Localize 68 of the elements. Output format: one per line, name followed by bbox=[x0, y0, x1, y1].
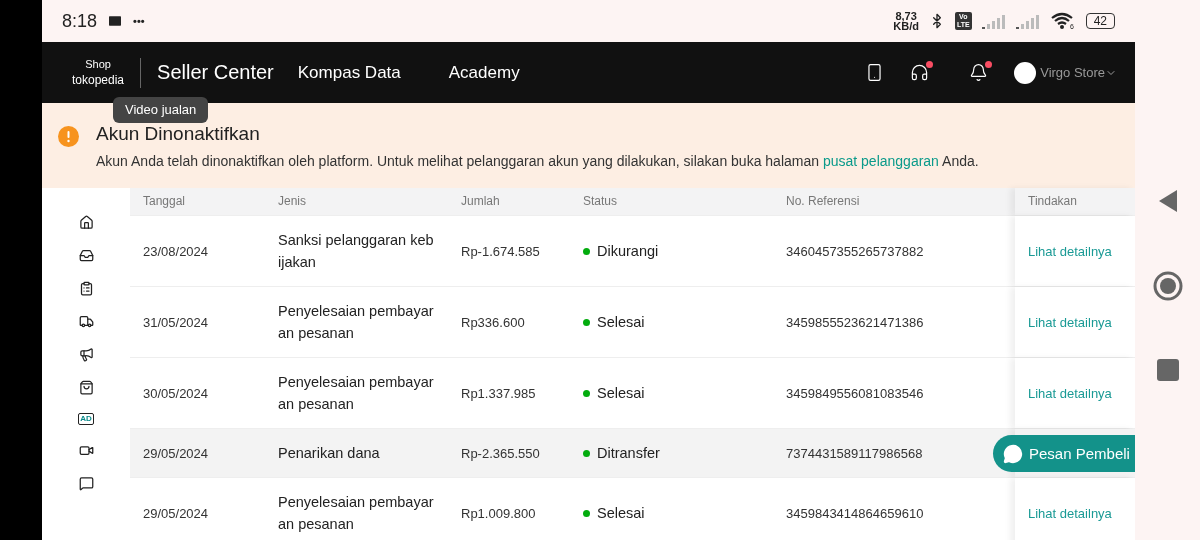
date-cell: 29/05/2024 bbox=[143, 445, 209, 461]
network-speed: 8,73 KB/d bbox=[893, 11, 919, 31]
detail-link[interactable]: Lihat detailnya bbox=[1028, 314, 1112, 330]
seller-center-title: Seller Center bbox=[157, 61, 274, 84]
detail-link[interactable]: Lihat detailnya bbox=[1028, 385, 1112, 401]
signal-icon bbox=[981, 13, 1006, 29]
amount-cell: Rp-2.365.550 bbox=[461, 445, 540, 461]
nav-link[interactable]: Academy bbox=[448, 62, 520, 83]
amount-cell: Rp1.009.800 bbox=[461, 505, 536, 521]
column-header: Jumlah bbox=[460, 193, 501, 210]
signal-icon bbox=[1015, 13, 1040, 29]
type-cell-text: Penyelesaian pembayar an pesanan bbox=[278, 302, 434, 343]
megaphone-icon[interactable] bbox=[78, 347, 94, 362]
status-text: Selesai bbox=[597, 314, 645, 330]
type-cell-text: Penyelesaian pembayar an pesanan bbox=[278, 373, 434, 414]
truck-icon[interactable] bbox=[78, 314, 94, 329]
status-text: Selesai bbox=[597, 505, 645, 521]
column-header: Jenis bbox=[277, 193, 307, 210]
nav-link[interactable]: Kompas Data bbox=[297, 62, 401, 83]
shopping-bag-icon[interactable] bbox=[78, 380, 94, 395]
status-text: Selesai bbox=[597, 385, 645, 401]
violation-center-link[interactable]: pusat pelanggaran bbox=[822, 153, 939, 169]
mail-icon bbox=[107, 13, 124, 29]
banner-message: Akun Anda telah dinonaktifkan oleh platform. Untuk melihat pelanggaran akun yang dilakukan, silakan buka halaman pusat pelanggaran Anda. bbox=[96, 153, 979, 169]
reference-cell: 3459855523621471386 bbox=[786, 314, 924, 330]
reference-cell: 3460457355265737882 bbox=[786, 243, 924, 259]
column-header: Tanggal bbox=[142, 193, 187, 210]
tokopedia-logo[interactable]: Shop tokopedia bbox=[72, 57, 142, 88]
reference-cell: 7374431589117986568 bbox=[786, 445, 923, 461]
video-icon[interactable] bbox=[78, 443, 94, 458]
store-name[interactable]: Virgo Store bbox=[1040, 65, 1105, 80]
ads-icon[interactable]: AD bbox=[78, 413, 94, 425]
status-text: Ditransfer bbox=[597, 445, 660, 461]
amount-cell: Rp1.337.985 bbox=[461, 385, 536, 401]
bell-icon[interactable] bbox=[969, 63, 989, 82]
date-cell: 31/05/2024 bbox=[143, 314, 209, 330]
date-cell: 29/05/2024 bbox=[143, 505, 209, 521]
home-icon[interactable] bbox=[78, 215, 94, 230]
type-cell-text: Penyelesaian pembayar an pesanan bbox=[278, 493, 434, 534]
clipboard-icon[interactable] bbox=[78, 281, 94, 296]
column-header: Status bbox=[582, 193, 619, 210]
home-button-icon[interactable] bbox=[1152, 271, 1183, 301]
message-buyer-button[interactable]: Pesan Pembeli bbox=[993, 435, 1135, 472]
amount-cell: Rp336.600 bbox=[461, 314, 525, 330]
type-cell-text: Penarikan dana bbox=[278, 444, 380, 463]
chat-bubble-icon bbox=[1003, 443, 1023, 464]
warning-icon bbox=[58, 126, 79, 147]
recents-icon[interactable] bbox=[1156, 359, 1179, 381]
banner-title: Akun Dinonaktifkan bbox=[96, 123, 261, 145]
more-notifications: ••• bbox=[133, 16, 145, 26]
store-avatar[interactable] bbox=[1014, 61, 1037, 84]
date-cell: 23/08/2024 bbox=[143, 243, 209, 259]
tooltip: Video jualan bbox=[113, 97, 209, 123]
reference-cell: 3459849556081083546 bbox=[786, 385, 924, 401]
clock-time: 8:18 bbox=[62, 10, 98, 32]
column-header: Tindakan bbox=[1015, 188, 1135, 215]
status-text: Dikurangi bbox=[597, 243, 659, 259]
battery-level: 42 bbox=[1085, 13, 1115, 29]
type-cell-text: Sanksi pelanggaran keb ijakan bbox=[278, 231, 434, 272]
column-header: No. Referensi bbox=[785, 193, 861, 210]
headset-icon[interactable] bbox=[910, 63, 930, 82]
detail-link[interactable]: Lihat detailnya bbox=[1028, 505, 1112, 521]
date-cell: 30/05/2024 bbox=[143, 385, 209, 401]
reference-cell: 3459843414864659610 bbox=[786, 505, 924, 521]
detail-link[interactable]: Lihat detailnya bbox=[1028, 243, 1112, 259]
amount-cell: Rp-1.674.585 bbox=[461, 243, 540, 259]
help-chat-icon[interactable] bbox=[78, 476, 94, 491]
inbox-icon[interactable] bbox=[78, 248, 94, 263]
